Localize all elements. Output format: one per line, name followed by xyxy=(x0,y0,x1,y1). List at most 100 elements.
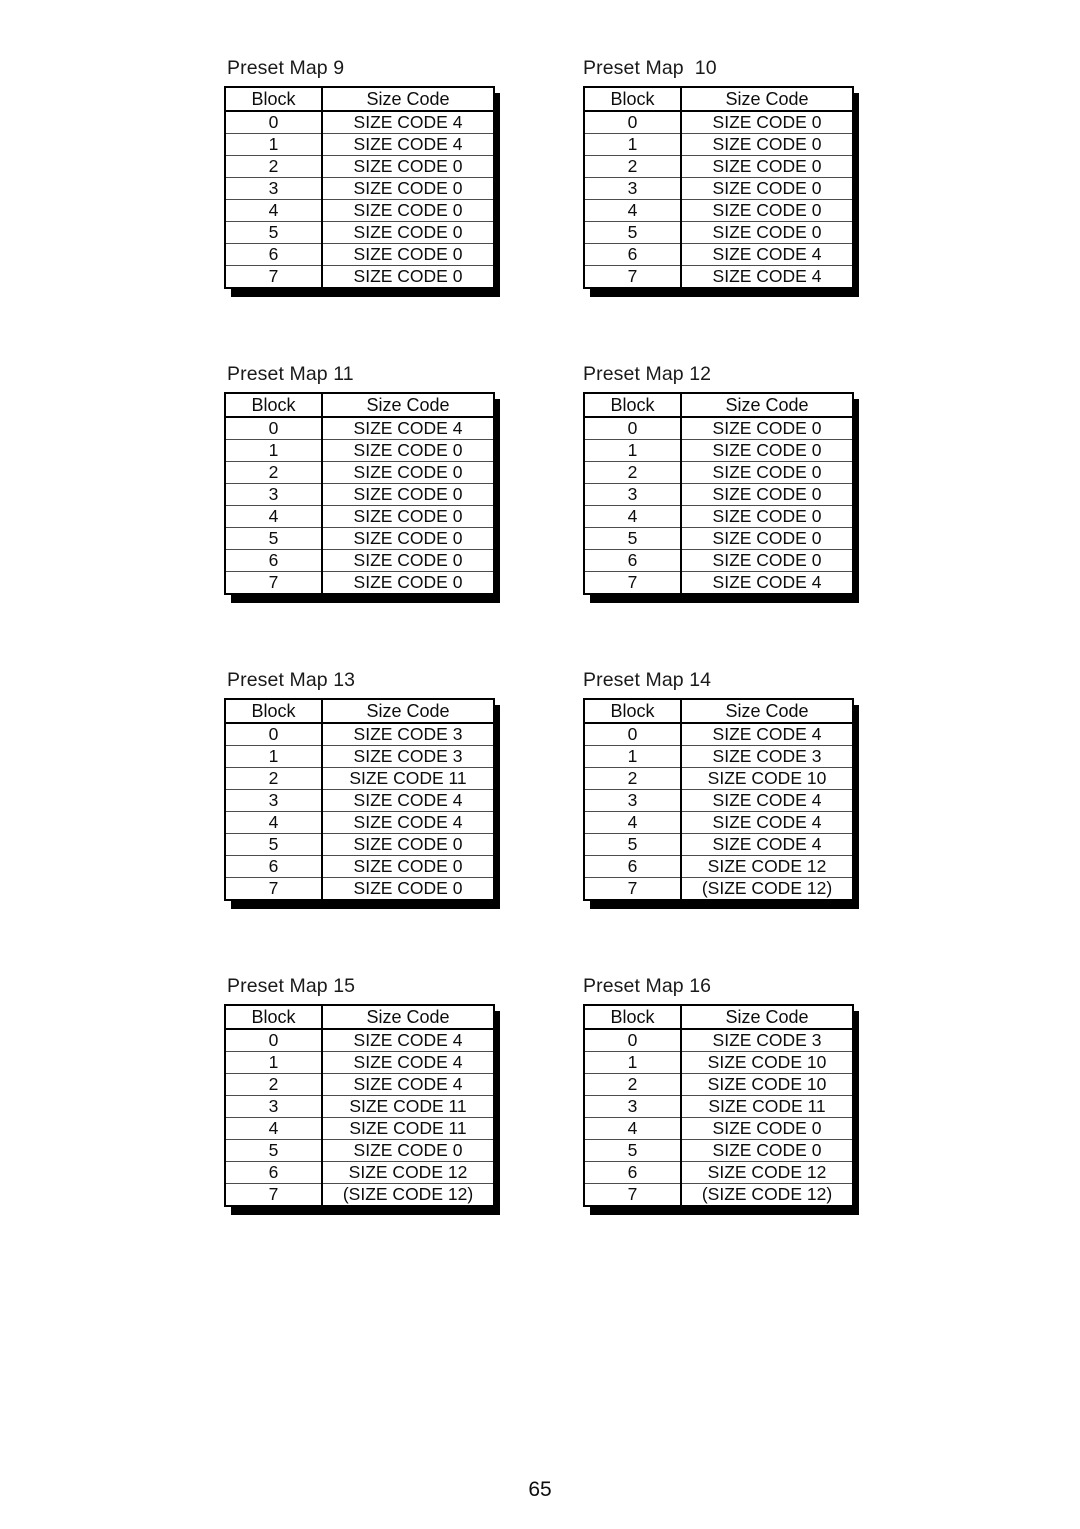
cell-block: 4 xyxy=(583,505,682,528)
cell-size-code: SIZE CODE 4 xyxy=(680,811,854,834)
column-header-size-code: Size Code xyxy=(680,87,854,112)
preset-map-title: Preset Map 12 xyxy=(583,363,712,385)
cell-block: 3 xyxy=(224,789,323,812)
cell-size-code: SIZE CODE 10 xyxy=(680,1051,854,1074)
table-row: 3 SIZE CODE 0 xyxy=(583,177,854,200)
cell-block: 3 xyxy=(224,483,323,506)
cell-block: 3 xyxy=(583,789,682,812)
table-row: 3 SIZE CODE 0 xyxy=(224,177,495,200)
cell-size-code: SIZE CODE 4 xyxy=(321,1073,495,1096)
preset-map-table-wrap: Block Size Code 0 SIZE CODE 0 1 SIZE CODE … xyxy=(583,392,859,603)
table-row: 1 SIZE CODE 10 xyxy=(583,1051,854,1074)
table-row: 6 SIZE CODE 12 xyxy=(583,1161,854,1184)
table-row: 7 SIZE CODE 4 xyxy=(583,571,854,594)
column-header-block: Block xyxy=(224,393,323,418)
cell-block: 7 xyxy=(224,571,323,594)
table-row: 7 SIZE CODE 0 xyxy=(224,265,495,288)
column-header-size-code: Size Code xyxy=(321,1005,495,1030)
cell-size-code: (SIZE CODE 12) xyxy=(680,877,854,900)
cell-size-code: SIZE CODE 0 xyxy=(680,221,854,244)
cell-size-code: SIZE CODE 11 xyxy=(680,1095,854,1118)
table-row: 7 SIZE CODE 0 xyxy=(224,877,495,900)
table-row: 5 SIZE CODE 0 xyxy=(583,1139,854,1162)
table-row: 2 SIZE CODE 10 xyxy=(583,1073,854,1096)
preset-map-block-10: Preset Map 10 Block Size Code 0 SIZE CODE xyxy=(583,58,859,297)
cell-size-code: (SIZE CODE 12) xyxy=(321,1183,495,1206)
cell-size-code: SIZE CODE 0 xyxy=(321,505,495,528)
cell-size-code: SIZE CODE 4 xyxy=(680,571,854,594)
preset-map-table: Block Size Code 0 SIZE CODE 3 1 SIZE CODE … xyxy=(224,698,495,901)
cell-block: 5 xyxy=(583,833,682,856)
table-row: 6 SIZE CODE 12 xyxy=(224,1161,495,1184)
column-header-block: Block xyxy=(224,87,323,112)
cell-size-code: SIZE CODE 0 xyxy=(680,461,854,484)
preset-map-table-wrap: Block Size Code 0 SIZE CODE 0 1 SIZE CODE … xyxy=(583,86,859,297)
table-row: 3 SIZE CODE 0 xyxy=(583,483,854,506)
table-row: 5 SIZE CODE 0 xyxy=(224,527,495,550)
table-row: 6 SIZE CODE 4 xyxy=(583,243,854,266)
preset-map-table-wrap: Block Size Code 0 SIZE CODE 4 1 SIZE CODE … xyxy=(583,698,859,909)
cell-block: 3 xyxy=(583,483,682,506)
cell-block: 0 xyxy=(583,110,682,134)
table-row: 5 SIZE CODE 0 xyxy=(224,833,495,856)
preset-map-title: Preset Map 13 xyxy=(227,669,356,691)
cell-block: 1 xyxy=(583,745,682,768)
preset-maps-grid: Preset Map 9 Block Size Code 0 SIZE CODE … xyxy=(224,58,864,1282)
table-row: 3 SIZE CODE 4 xyxy=(224,789,495,812)
preset-map-table: Block Size Code 0 SIZE CODE 4 1 SIZE CODE … xyxy=(583,698,854,901)
cell-size-code: SIZE CODE 4 xyxy=(680,265,854,288)
cell-size-code: SIZE CODE 10 xyxy=(680,767,854,790)
cell-size-code: SIZE CODE 4 xyxy=(321,1028,495,1052)
preset-map-table: Block Size Code 0 SIZE CODE 0 1 SIZE CODE … xyxy=(583,392,854,595)
cell-size-code: SIZE CODE 4 xyxy=(321,1051,495,1074)
cell-block: 1 xyxy=(583,439,682,462)
cell-size-code: SIZE CODE 0 xyxy=(680,549,854,572)
cell-size-code: SIZE CODE 0 xyxy=(680,110,854,134)
cell-block: 0 xyxy=(224,416,323,440)
cell-size-code: SIZE CODE 0 xyxy=(321,461,495,484)
table-header-row: Block Size Code xyxy=(583,393,854,418)
preset-map-table-wrap: Block Size Code 0 SIZE CODE 3 1 SIZE CODE … xyxy=(224,698,500,909)
cell-size-code: SIZE CODE 12 xyxy=(321,1161,495,1184)
cell-block: 2 xyxy=(583,155,682,178)
cell-block: 2 xyxy=(224,1073,323,1096)
table-row: 1 SIZE CODE 0 xyxy=(224,439,495,462)
cell-block: 7 xyxy=(583,571,682,594)
table-header-row: Block Size Code xyxy=(583,699,854,724)
cell-block: 0 xyxy=(583,416,682,440)
table-row: 4 SIZE CODE 0 xyxy=(224,199,495,222)
preset-map-title: Preset Map 11 xyxy=(227,363,354,385)
table-row: 4 SIZE CODE 11 xyxy=(224,1117,495,1140)
preset-map-row: Preset Map 11 Block Size Code 0 SIZE CODE xyxy=(224,364,864,670)
cell-size-code: SIZE CODE 0 xyxy=(680,155,854,178)
page-number: 65 xyxy=(528,1478,552,1501)
preset-map-block-15: Preset Map 15 Block Size Code 0 SIZE CODE xyxy=(224,976,500,1215)
table-row: 6 SIZE CODE 0 xyxy=(224,855,495,878)
cell-block: 0 xyxy=(583,1028,682,1052)
table-row: 1 SIZE CODE 0 xyxy=(583,439,854,462)
cell-size-code: SIZE CODE 3 xyxy=(321,745,495,768)
cell-size-code: SIZE CODE 0 xyxy=(321,877,495,900)
cell-size-code: SIZE CODE 11 xyxy=(321,1117,495,1140)
cell-size-code: SIZE CODE 4 xyxy=(680,833,854,856)
cell-size-code: SIZE CODE 0 xyxy=(680,505,854,528)
column-header-size-code: Size Code xyxy=(321,87,495,112)
table-row: 4 SIZE CODE 0 xyxy=(583,1117,854,1140)
table-row: 0 SIZE CODE 3 xyxy=(583,1028,854,1052)
table-row: 4 SIZE CODE 4 xyxy=(224,811,495,834)
preset-map-table-wrap: Block Size Code 0 SIZE CODE 4 1 SIZE CODE … xyxy=(224,86,500,297)
cell-block: 4 xyxy=(224,1117,323,1140)
cell-block: 6 xyxy=(583,855,682,878)
preset-map-title: Preset Map 14 xyxy=(583,669,712,691)
table-row: 7 (SIZE CODE 12) xyxy=(224,1183,495,1206)
table-row: 0 SIZE CODE 4 xyxy=(224,110,495,134)
column-header-block: Block xyxy=(583,1005,682,1030)
preset-map-block-13: Preset Map 13 Block Size Code 0 SIZE CODE xyxy=(224,669,500,909)
cell-size-code: SIZE CODE 3 xyxy=(680,1028,854,1052)
table-row: 0 SIZE CODE 4 xyxy=(224,1028,495,1052)
cell-size-code: SIZE CODE 0 xyxy=(321,221,495,244)
column-header-size-code: Size Code xyxy=(680,393,854,418)
table-row: 3 SIZE CODE 11 xyxy=(583,1095,854,1118)
table-row: 1 SIZE CODE 0 xyxy=(583,133,854,156)
cell-block: 7 xyxy=(583,265,682,288)
